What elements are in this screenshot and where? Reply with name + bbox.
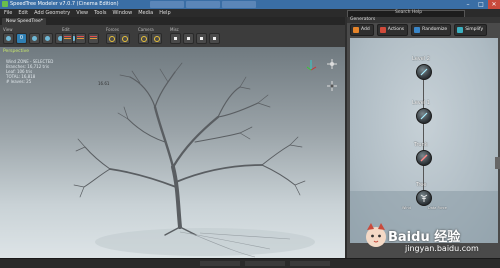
view-lighting-button[interactable] [42, 33, 53, 44]
node-label-tree: Tree [416, 182, 427, 188]
menu-window[interactable]: Window [112, 10, 132, 16]
toolbar-group-misc: Misc [170, 27, 220, 44]
counter-value: 0 [19, 35, 24, 41]
taskbar-tab[interactable] [222, 1, 256, 8]
status-segment [245, 261, 285, 266]
menu-tools[interactable]: Tools [94, 10, 106, 16]
misc-lod-button[interactable] [183, 33, 194, 44]
view-mode-button[interactable] [29, 33, 40, 44]
toolbar-group-label: Misc [170, 27, 179, 32]
simplify-button[interactable]: Simplify [454, 24, 488, 36]
taskbar-tab[interactable] [186, 1, 220, 8]
watermark-text: Baidu 经验 [388, 230, 461, 245]
force-direction-button[interactable] [119, 33, 130, 44]
branch-icon [420, 112, 428, 120]
panel-collapse-handle[interactable] [495, 157, 500, 169]
speedtree-logo-icon [2, 1, 8, 7]
tree-model [73, 62, 315, 258]
status-segment [200, 261, 240, 266]
toolbar: View 0 Edit Forces Camera Misc [0, 25, 345, 48]
status-segment [290, 261, 330, 266]
menu-view[interactable]: View [76, 10, 88, 16]
toolbar-group-forces: Forces [106, 27, 130, 44]
window-title: SpeedTree Modeler v7.0.7 (Cinema Edition… [10, 1, 119, 7]
view-render-button[interactable] [3, 33, 14, 44]
node-tree[interactable] [416, 190, 432, 206]
tree-sub-label-wind: Wind [402, 206, 411, 210]
toolbar-group-edit: Edit [62, 27, 99, 44]
branch-icon [420, 68, 428, 76]
rotate-tool-button[interactable] [75, 33, 86, 44]
node-label-trunk: Trunk [414, 142, 428, 148]
node-label-level-2: Level 2 [412, 56, 430, 62]
misc-wind-button[interactable] [170, 33, 181, 44]
maximize-button[interactable]: □ [475, 0, 487, 9]
trunk-icon [420, 154, 428, 162]
menu-media[interactable]: Media [138, 10, 153, 16]
panel-title: Generators [350, 17, 376, 22]
toolbar-group-label: Camera [138, 27, 154, 32]
camera-orbit-button[interactable] [138, 33, 149, 44]
tree-sub-label-data-force: Data Force [428, 206, 447, 210]
minimize-button[interactable]: – [462, 0, 474, 9]
menu-edit[interactable]: Edit [18, 10, 28, 16]
watermark-url: jingyan.baidu.com [405, 244, 479, 253]
node-level-1[interactable] [416, 108, 432, 124]
baidu-watermark: Baidu 经验 jingyan.baidu.com [360, 218, 495, 258]
force-magnet-button[interactable] [106, 33, 117, 44]
document-tab-bar: New SpeedTree* [0, 17, 345, 25]
camera-frame-button[interactable] [151, 33, 162, 44]
baidu-mascot-icon [366, 223, 386, 247]
taskbar-tab[interactable] [150, 1, 184, 8]
misc-sparkle-button[interactable] [196, 33, 207, 44]
menu-file[interactable]: File [4, 10, 12, 16]
move-tool-button[interactable] [62, 33, 73, 44]
toolbar-group-label: Forces [106, 27, 119, 32]
panel-header: Generators [347, 17, 500, 23]
generator-graph[interactable]: Level 2 Level 1 Trunk Tree Wind Data For… [350, 38, 498, 243]
title-bar: SpeedTree Modeler v7.0.7 (Cinema Edition… [0, 0, 500, 9]
tree-icon [420, 194, 428, 202]
node-trunk[interactable] [416, 150, 432, 166]
toolbar-group-camera: Camera [138, 27, 162, 44]
actions-button[interactable]: Actions [376, 24, 409, 36]
menu-bar: File Edit Add Geometry View Tools Window… [0, 9, 500, 18]
document-tab[interactable]: New SpeedTree* [2, 18, 46, 25]
close-button[interactable]: ✕ [488, 0, 500, 9]
panel-button-row: Add Actions Randomize Simplify [347, 24, 500, 36]
randomize-button[interactable]: Randomize [411, 24, 452, 36]
toolbar-group-label: Edit [62, 27, 70, 32]
3d-viewport[interactable]: Perspective Wind ZONE - SELECTED Branche… [0, 47, 345, 258]
node-level-2[interactable] [416, 64, 432, 80]
add-button[interactable]: Add [350, 24, 374, 36]
menu-add-geometry[interactable]: Add Geometry [34, 10, 70, 16]
taskbar-tabs [150, 1, 256, 8]
node-label-level-1: Level 1 [412, 100, 430, 106]
menu-help[interactable]: Help [159, 10, 170, 16]
scale-tool-button[interactable] [88, 33, 99, 44]
counter-button[interactable]: 0 [16, 33, 27, 44]
misc-diamond-button[interactable] [209, 33, 220, 44]
search-help-label: Search Help [395, 10, 423, 15]
connector-line [423, 120, 424, 154]
